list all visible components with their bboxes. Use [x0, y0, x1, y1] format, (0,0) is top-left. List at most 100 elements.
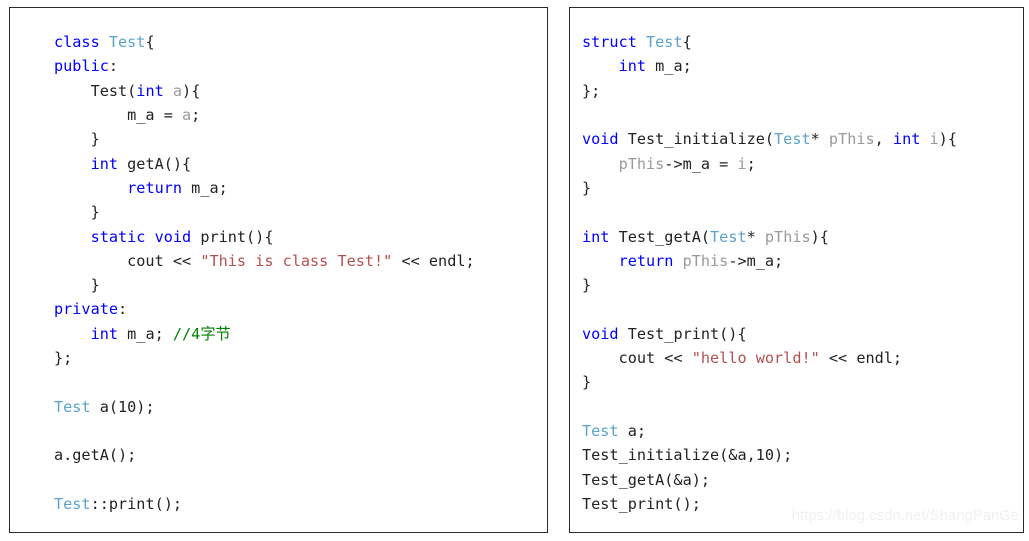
code-token-pln: ->m_a =	[664, 154, 738, 173]
code-token-pln: m_a =	[54, 106, 183, 125]
code-token-pln: getA(){	[118, 154, 192, 173]
code-token-pln: }	[582, 373, 592, 392]
code-token-pln: cout <<	[54, 251, 201, 270]
code-token-pln: m_a;	[182, 178, 228, 197]
code-token-pln	[920, 130, 929, 148]
code-token-pln: ){	[810, 227, 829, 246]
code-line: Test(int a){	[54, 79, 547, 103]
c-struct-code-panel: struct Test{ int m_a;}; void Test_initia…	[569, 7, 1024, 533]
code-token-kw: int	[618, 57, 647, 76]
code-line: private:	[54, 297, 547, 321]
code-token-pln: Test_print();	[582, 494, 701, 513]
code-token-pln	[54, 228, 91, 246]
code-token-pln: ){	[182, 81, 201, 100]
code-token-cmt: //4字节	[172, 324, 231, 343]
code-token-par: i	[929, 130, 939, 149]
code-token-pln: {	[682, 33, 692, 52]
code-line: return m_a;	[54, 176, 547, 200]
code-line: Test_print();	[582, 492, 1023, 516]
code-token-type: Test	[54, 397, 91, 416]
code-token-kw: return	[127, 178, 183, 197]
code-token-kw: public	[54, 57, 109, 76]
code-token-pln	[582, 155, 619, 173]
code-line: Test a(10);	[54, 395, 547, 419]
code-token-pln	[582, 57, 619, 75]
code-token-kw: int	[582, 227, 610, 246]
code-token-pln: m_a;	[646, 57, 692, 76]
code-line: struct Test{	[582, 30, 1023, 54]
code-token-pln: ;	[191, 106, 201, 125]
code-token-pln: ,	[874, 130, 893, 149]
code-line: void Test_print(){	[582, 322, 1023, 346]
code-line: Test_initialize(&a,10);	[582, 443, 1023, 467]
code-token-pln: *	[810, 130, 829, 149]
code-token-kw: int	[136, 81, 164, 100]
code-token-type: Test	[54, 494, 91, 513]
code-line: }	[54, 273, 547, 297]
code-token-pln	[582, 252, 619, 270]
code-token-kw: return	[618, 251, 674, 270]
code-token-kw: void	[582, 130, 619, 149]
code-token-pln: ;	[746, 154, 756, 173]
code-token-kw: struct	[582, 33, 647, 52]
code-token-pln: *	[746, 227, 765, 246]
code-token-type: Test	[108, 33, 146, 52]
code-token-pln	[164, 82, 173, 100]
code-token-type: Test	[582, 421, 619, 440]
code-token-par: a	[172, 81, 183, 100]
code-token-pln: a;	[618, 421, 647, 440]
code-token-pln: }	[54, 276, 100, 295]
cpp-class-code-text: class Test{ public: Test(int a){ m_a = a;…	[10, 30, 547, 516]
code-token-par: pThis	[682, 251, 729, 270]
code-token-pln: Test_getA(&a);	[582, 470, 711, 489]
code-token-par: pThis	[764, 227, 811, 246]
c-struct-code-text: struct Test{ int m_a;}; void Test_initia…	[570, 30, 1023, 516]
code-token-pln: }	[582, 178, 592, 197]
code-token-pln: }	[582, 276, 592, 295]
code-token-kw: class	[54, 33, 109, 52]
code-token-pln: cout <<	[582, 349, 692, 368]
code-token-pln	[673, 252, 682, 270]
code-token-pln: Test_getA(	[609, 227, 711, 246]
code-token-par: i	[737, 154, 747, 173]
code-line: }	[582, 273, 1023, 297]
code-token-par: pThis	[618, 154, 665, 173]
code-token-pln	[54, 325, 91, 343]
code-line: }	[54, 200, 547, 224]
code-line: static void print(){	[54, 225, 547, 249]
code-line: m_a = a;	[54, 103, 547, 127]
code-token-pln	[54, 179, 127, 197]
code-line: pThis->m_a = i;	[582, 152, 1023, 176]
code-token-type: Test	[710, 227, 747, 246]
code-token-pln	[54, 155, 91, 173]
code-token-str: "hello world!"	[691, 349, 820, 368]
code-token-pln: a.getA();	[54, 446, 137, 465]
code-line: cout << "hello world!" << endl;	[582, 346, 1023, 370]
code-line: }	[54, 127, 547, 151]
code-token-pln: }	[54, 130, 100, 149]
code-line: };	[582, 79, 1023, 103]
code-token-pln: Test(	[54, 81, 137, 100]
cpp-class-code-panel: class Test{ public: Test(int a){ m_a = a;…	[9, 7, 548, 533]
code-token-kw: void	[582, 324, 619, 343]
code-token-pln: ::print();	[90, 494, 183, 513]
page-canvas: class Test{public: Test(int a){ m_a = a;…	[0, 0, 1029, 541]
code-line: Test::print();	[54, 492, 547, 516]
code-line: class Test{	[54, 30, 547, 54]
code-token-pln: print(){	[191, 227, 274, 246]
code-token-pln: :	[118, 300, 128, 319]
code-token-type: Test	[774, 130, 811, 149]
code-token-pln: Test_print(){	[618, 324, 747, 343]
code-token-kw: int	[892, 130, 921, 149]
code-token-pln: << endl;	[819, 349, 903, 368]
code-line: void Test_initialize(Test* pThis, int i)…	[582, 127, 1023, 151]
code-line: Test_getA(&a);	[582, 468, 1023, 492]
code-token-pln: ){	[938, 130, 957, 149]
code-line: }	[582, 176, 1023, 200]
code-line: return pThis->m_a;	[582, 249, 1023, 273]
code-token-pln: };	[582, 81, 601, 100]
